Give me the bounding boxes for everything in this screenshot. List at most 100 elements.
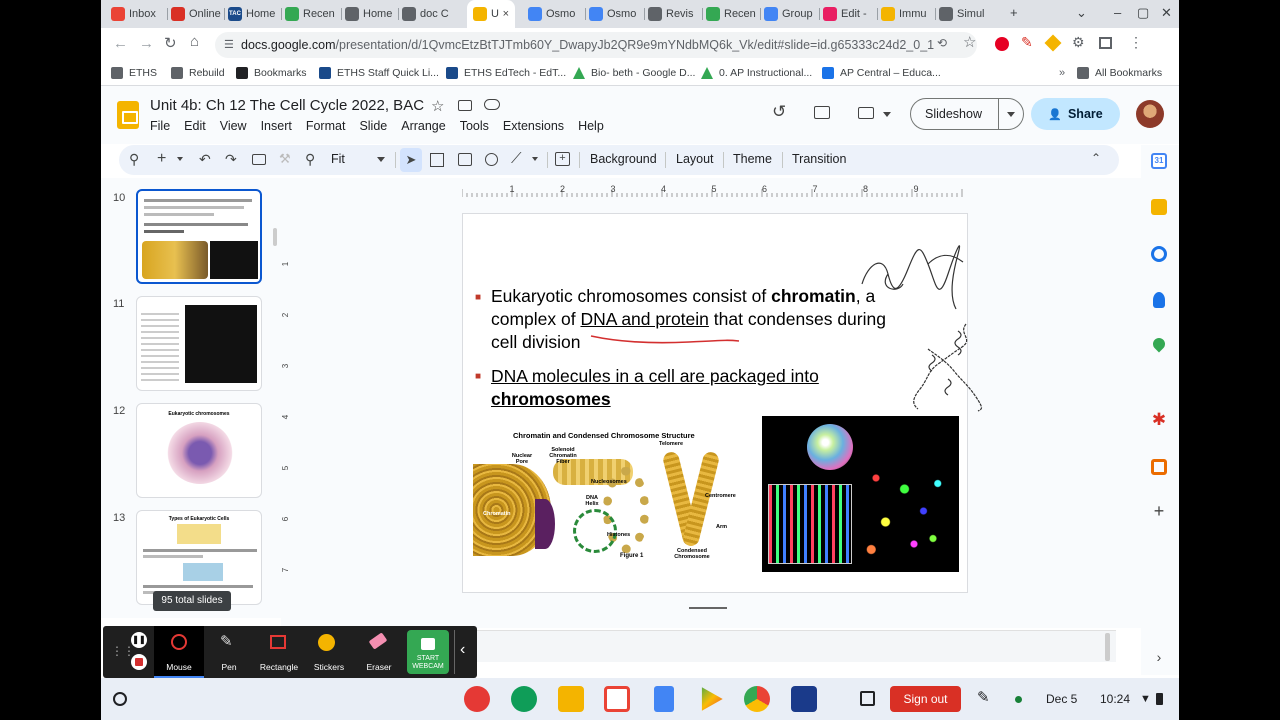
collapse-toolbar-icon[interactable]: ⌃ (1091, 151, 1101, 165)
tool-label-stickers[interactable]: Stickers (304, 662, 354, 672)
meet-dropdown-icon[interactable] (883, 112, 891, 117)
image-icon[interactable] (458, 153, 472, 166)
vertical-ruler[interactable]: 1 2 3 4 5 6 7 (281, 214, 295, 592)
menu-format[interactable]: Format (306, 119, 346, 133)
start-webcam-button[interactable]: START WEBCAM (407, 630, 449, 674)
zoom-dropdown-icon[interactable] (377, 157, 385, 162)
menu-help[interactable]: Help (578, 119, 604, 133)
bookmark-item[interactable]: ETHS (111, 67, 157, 79)
bookmark-item[interactable]: ETHS Staff Quick Li... (319, 67, 439, 79)
pen-icon[interactable]: ✎ (220, 632, 233, 650)
browser-menu-icon[interactable]: ⋮ (1129, 34, 1143, 51)
extensions-puzzle-icon[interactable]: ⚙ (1072, 34, 1085, 51)
close-window-icon[interactable]: ✕ (1161, 5, 1172, 21)
tasks-icon[interactable] (1151, 246, 1167, 262)
account-avatar[interactable] (1136, 100, 1164, 128)
office-addon-icon[interactable] (1151, 459, 1167, 475)
browser-tab[interactable]: Recen (706, 3, 760, 25)
bookmark-item[interactable]: Bio- beth - Google D... (573, 67, 695, 79)
new-tab-icon[interactable]: + (1010, 5, 1018, 20)
classroom-app-icon[interactable] (511, 686, 537, 712)
stop-button[interactable] (131, 654, 147, 670)
epson-app-icon[interactable] (791, 686, 817, 712)
new-slide-dropdown-icon[interactable] (177, 157, 183, 161)
line-dropdown-icon[interactable] (532, 157, 538, 161)
theme-button[interactable]: Theme (733, 152, 772, 166)
menu-arrange[interactable]: Arrange (401, 119, 445, 133)
pause-button[interactable]: ❚❚ (131, 632, 147, 648)
search-menus-icon[interactable]: ⚲ (129, 151, 139, 168)
capture-mode-icon[interactable] (860, 691, 875, 706)
pen-extension-icon[interactable]: ✎ (1021, 34, 1033, 51)
slide-thumbnail-10[interactable] (136, 189, 262, 284)
highlighter-extension-icon[interactable] (1044, 34, 1062, 52)
drag-handle-icon[interactable]: ⋮⋮ (111, 644, 135, 658)
chrome-app-icon[interactable] (744, 686, 770, 712)
google-classroom-app-icon[interactable] (558, 686, 584, 712)
tab-search-icon[interactable]: ⌄ (1076, 5, 1087, 21)
move-folder-icon[interactable] (458, 100, 472, 111)
time-tray[interactable]: 10:24 (1100, 692, 1130, 706)
browser-tab[interactable]: Revis (648, 3, 702, 25)
share-page-icon[interactable]: ⟲ (937, 36, 947, 50)
menu-tools[interactable]: Tools (460, 119, 489, 133)
address-bar[interactable]: ☰ docs.google.com/presentation/d/1QvmcEt… (215, 32, 977, 58)
share-button[interactable]: 👤 Share (1031, 98, 1120, 130)
browser-tab[interactable]: U × (467, 0, 515, 28)
menu-insert[interactable]: Insert (261, 119, 292, 133)
browser-tab[interactable]: Osmo (528, 3, 582, 25)
print-icon[interactable] (252, 154, 266, 165)
zoom-icon[interactable]: ⚲ (305, 151, 315, 168)
back-arrow-icon[interactable]: ← (113, 35, 128, 52)
zoom-select[interactable]: Fit (331, 152, 345, 166)
browser-tab[interactable]: TAC Home (228, 3, 282, 25)
browser-tab[interactable]: Home (345, 3, 399, 25)
expand-panel-icon[interactable]: › (1151, 649, 1167, 665)
redo-icon[interactable]: ↷ (225, 151, 237, 168)
notes-scrollbar[interactable] (1105, 633, 1110, 661)
background-button[interactable]: Background (590, 152, 657, 166)
wifi-icon[interactable]: ▼ (1140, 693, 1151, 705)
notes-resize-handle[interactable] (689, 607, 727, 609)
menu-extensions[interactable]: Extensions (503, 119, 564, 133)
slide-thumbnail-12[interactable]: Eukaryotic chromosomes (136, 403, 262, 498)
tool-label-pen[interactable]: Pen (204, 662, 254, 672)
tool-label-eraser[interactable]: Eraser (354, 662, 404, 672)
asterisk-addon-icon[interactable]: ✱ (1151, 411, 1167, 428)
sign-out-button[interactable]: Sign out (890, 686, 961, 712)
bookmark-item[interactable]: ETHS EdTech - EdT... (446, 67, 566, 79)
forward-arrow-icon[interactable]: → (139, 35, 154, 52)
browser-tab[interactable]: Group (764, 3, 818, 25)
tool-label-rectangle[interactable]: Rectangle (254, 662, 304, 672)
browser-tab[interactable]: Inbox (111, 3, 165, 25)
filmstrip-scrollbar[interactable] (273, 228, 277, 246)
line-icon[interactable]: ⟋ (511, 150, 522, 167)
layout-button[interactable]: Layout (676, 152, 714, 166)
slideshow-button[interactable]: Slideshow (910, 98, 1024, 130)
get-addons-icon[interactable]: + (1151, 502, 1167, 520)
play-store-app-icon[interactable] (701, 687, 723, 711)
gmail-app-icon[interactable] (604, 686, 630, 712)
menu-edit[interactable]: Edit (184, 119, 206, 133)
calendar-icon[interactable]: 31 (1151, 153, 1167, 169)
browser-tab[interactable]: Recen (285, 3, 339, 25)
bookmarks-overflow-icon[interactable]: » (1059, 67, 1065, 79)
crop-select-icon[interactable] (430, 153, 444, 167)
launcher-icon[interactable] (113, 692, 127, 706)
paint-format-icon[interactable]: ⚒ (279, 151, 291, 167)
close-tab-icon[interactable]: × (503, 8, 509, 20)
version-history-icon[interactable]: ↺ (772, 102, 786, 122)
date-tray[interactable]: Dec 5 (1046, 692, 1077, 706)
undo-icon[interactable]: ↶ (199, 151, 211, 168)
add-comment-icon[interactable]: + (555, 152, 570, 166)
select-cursor-icon[interactable]: ➤ (400, 148, 422, 172)
home-icon[interactable]: ⌂ (190, 33, 199, 50)
bookmark-item[interactable]: AP Central – Educa... (822, 67, 941, 79)
collapse-toolbar-icon[interactable]: ‹ (460, 641, 465, 659)
bookmark-star-icon[interactable]: ☆ (963, 33, 976, 51)
keep-icon[interactable] (1151, 199, 1167, 215)
tool-label-mouse[interactable]: Mouse (154, 662, 204, 672)
presentation-title[interactable]: Unit 4b: Ch 12 The Cell Cycle 2022, BAC (150, 97, 424, 114)
browser-tab[interactable]: Online (171, 3, 225, 25)
slide-thumbnail-11[interactable] (136, 296, 262, 391)
